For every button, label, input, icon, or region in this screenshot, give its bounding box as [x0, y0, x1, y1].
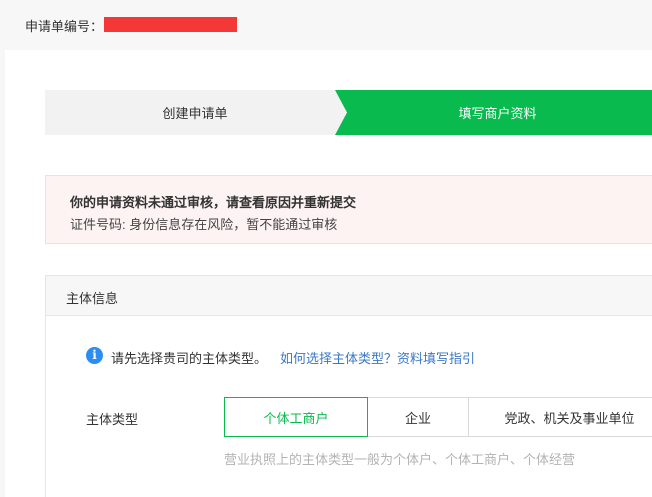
alert-title: 你的申请资料未通过审核，请查看原因并重新提交	[70, 195, 357, 210]
info-icon: i	[86, 347, 103, 364]
entity-type-option-enterprise[interactable]: 企业	[367, 397, 469, 437]
entity-type-option-individual-business[interactable]: 个体工商户	[224, 397, 368, 437]
application-number-label: 申请单编号：	[25, 19, 104, 34]
entity-type-guide-link[interactable]: 如何选择主体类型？资料填写指引	[280, 348, 475, 367]
entity-type-hint: 营业执照上的主体类型一般为个体户、个体工商户、个体经营	[224, 452, 576, 467]
application-number-redacted	[104, 17, 237, 32]
step-label: 填写商户资料	[458, 106, 537, 121]
section-header: 主体信息	[46, 276, 652, 316]
option-label: 党政、机关及事业单位	[504, 410, 635, 426]
entity-type-label: 主体类型	[86, 412, 139, 427]
section-title: 主体信息	[66, 291, 119, 306]
option-label: 个体工商户	[263, 410, 329, 426]
rejection-alert: 你的申请资料未通过审核，请查看原因并重新提交 证件号码: 身份信息存在风险，暂不…	[45, 175, 652, 244]
step-fill-merchant-info: 填写商户资料	[335, 90, 652, 135]
option-label: 企业	[404, 410, 431, 426]
entity-type-option-government-institution[interactable]: 党政、机关及事业单位	[468, 397, 652, 437]
step-create-application: 创建申请单	[45, 90, 345, 135]
step-label: 创建申请单	[162, 106, 228, 121]
top-bar: 申请单编号：	[0, 0, 652, 50]
alert-detail: 证件号码: 身份信息存在风险，暂不能通过审核	[70, 217, 338, 232]
info-text: 请先选择贵司的主体类型。	[111, 351, 268, 366]
